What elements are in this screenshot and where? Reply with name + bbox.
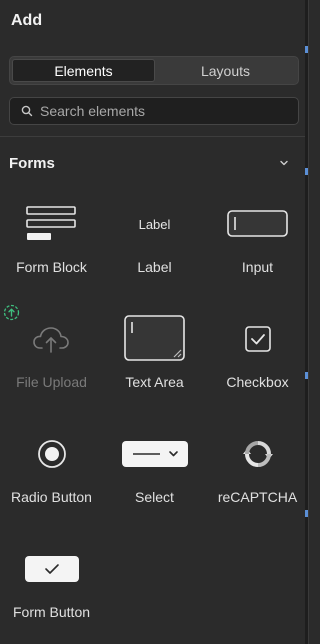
search-icon: [21, 105, 33, 117]
forms-element-grid: Form Block Label Label Input File Upload…: [0, 189, 308, 644]
checkbox-icon: [244, 326, 271, 352]
element-radio-button[interactable]: Radio Button: [0, 419, 103, 534]
form-button-icon: [24, 556, 79, 582]
element-label: Label: [137, 259, 172, 275]
element-file-upload[interactable]: File Upload: [0, 304, 103, 419]
text-area-icon: [123, 315, 185, 361]
tab-layouts[interactable]: Layouts: [155, 59, 296, 82]
element-checkbox[interactable]: Checkbox: [206, 304, 308, 419]
edge-marker: [305, 168, 308, 175]
chevron-down-icon: [280, 160, 288, 166]
search-box: [9, 97, 299, 125]
element-label: Input: [241, 259, 274, 275]
tab-elements[interactable]: Elements: [12, 59, 155, 82]
add-panel: Add Elements Layouts Forms F: [0, 0, 309, 644]
element-select[interactable]: Select: [103, 419, 206, 534]
element-label: Text Area: [125, 374, 184, 390]
element-label: Radio Button: [11, 489, 92, 505]
element-text-area[interactable]: Text Area: [103, 304, 206, 419]
section-forms-header[interactable]: Forms: [0, 137, 308, 189]
section-title: Forms: [9, 154, 55, 172]
select-icon: [121, 441, 188, 467]
element-label-item[interactable]: Label Label: [103, 189, 206, 304]
form-block-icon: [25, 206, 76, 240]
recaptcha-icon: [242, 441, 273, 467]
upgrade-icon: [3, 304, 20, 321]
tab-switcher: Elements Layouts: [9, 56, 299, 85]
search-input[interactable]: [40, 103, 280, 119]
cloud-upload-icon: [32, 327, 69, 353]
element-label: Form Block: [16, 259, 87, 275]
element-label: Form Button: [12, 604, 91, 620]
label-icon: Label: [138, 216, 171, 232]
edge-marker: [305, 46, 308, 53]
element-label: Checkbox: [226, 374, 289, 390]
input-icon: [226, 210, 288, 237]
element-input[interactable]: Input: [206, 189, 308, 304]
element-label: Select: [135, 489, 174, 505]
radio-button-icon: [37, 440, 66, 468]
element-form-block[interactable]: Form Block: [0, 189, 103, 304]
element-label: File Upload: [16, 374, 87, 390]
panel-header: Add: [0, 0, 308, 42]
element-label: reCAPTCHA: [217, 489, 298, 505]
element-recaptcha[interactable]: reCAPTCHA: [206, 419, 308, 534]
panel-title: Add: [11, 12, 43, 29]
element-form-button[interactable]: Form Button: [0, 534, 103, 644]
